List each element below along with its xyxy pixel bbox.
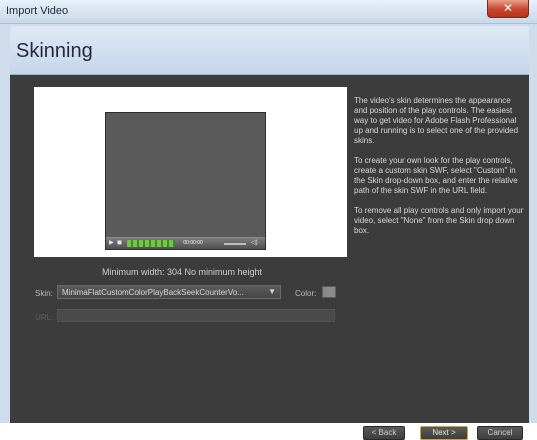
stop-icon: ◼ (117, 240, 122, 246)
title-bar: Import Video ✕ (0, 0, 537, 24)
import-video-window: Import Video ✕ Skinning ▶ ◼ 00:00:00 ◁) (0, 0, 537, 440)
close-icon: ✕ (502, 1, 514, 15)
minimum-size-text: Minimum width: 304 No minimum height (102, 267, 263, 277)
window-title: Import Video (6, 5, 69, 17)
page-title: Skinning (16, 40, 93, 62)
color-label: Color: (295, 289, 317, 298)
url-label: URL: (35, 313, 54, 322)
next-button[interactable]: Next > (420, 426, 468, 440)
skin-dropdown-value: MinimaFlatCustomColorPlayBackSeekCounter… (62, 288, 244, 297)
close-button[interactable]: ✕ (487, 0, 529, 18)
chevron-down-icon: ▼ (268, 287, 276, 296)
video-player-preview: ▶ ◼ 00:00:00 ◁) (105, 112, 266, 250)
help-paragraph: To create your own look for the play con… (354, 156, 518, 195)
content-panel: ▶ ◼ 00:00:00 ◁) Minimum width: 304 No mi… (10, 76, 529, 440)
back-button[interactable]: < Back (363, 426, 405, 440)
skin-label: Skin: (35, 289, 53, 298)
time-counter: 00:00:00 (183, 240, 203, 246)
volume-icon: ◁) (251, 240, 258, 246)
skin-preview: ▶ ◼ 00:00:00 ◁) (34, 87, 347, 257)
dialog-frame: Skinning ▶ ◼ 00:00:00 ◁) Minimum width: … (10, 26, 529, 440)
cancel-button[interactable]: Cancel (477, 426, 523, 440)
play-icon: ▶ (109, 240, 114, 246)
help-text: The video's skin determines the appearan… (354, 96, 524, 246)
player-controls: ▶ ◼ 00:00:00 ◁) (106, 237, 265, 249)
help-paragraph: The video's skin determines the appearan… (354, 96, 519, 145)
page-header: Skinning (10, 26, 529, 75)
url-field[interactable] (57, 309, 335, 322)
seek-bar (127, 240, 175, 247)
skin-dropdown[interactable]: MinimaFlatCustomColorPlayBackSeekCounter… (57, 285, 281, 299)
help-paragraph: To remove all play controls and only imp… (354, 206, 524, 235)
color-picker[interactable] (322, 286, 336, 298)
volume-slider (224, 243, 246, 245)
